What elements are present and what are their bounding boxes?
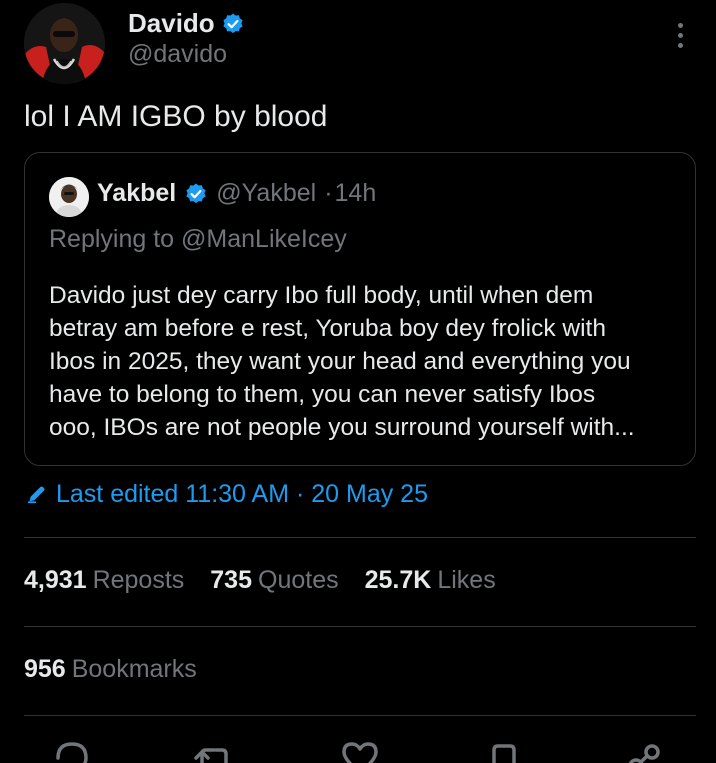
share-icon — [628, 744, 660, 763]
reply-icon — [56, 742, 88, 763]
last-edited-link[interactable]: Last edited 11:30 AM · 20 May 25 — [26, 480, 428, 509]
replying-to-mention[interactable]: @ManLikeIcey — [181, 225, 347, 253]
likes-count: 25.7K — [364, 566, 432, 594]
pencil-icon — [26, 483, 50, 507]
bookmarks-stat[interactable]: 956 Bookmarks — [24, 655, 197, 684]
verified-badge-icon — [221, 12, 245, 36]
more-vertical-icon — [677, 22, 683, 28]
quoted-tweet-header: Yakbel @Yakbel · 14h — [97, 179, 376, 208]
share-button[interactable] — [624, 736, 668, 763]
divider — [24, 715, 696, 716]
author-avatar[interactable] — [24, 3, 105, 84]
reposts-label: Reposts — [92, 566, 185, 594]
quoted-tweet-card[interactable]: Yakbel @Yakbel · 14h Replying to @ManLik… — [24, 152, 696, 466]
repost-button[interactable] — [192, 736, 236, 763]
tweet-text: lol I AM IGBO by blood — [24, 100, 328, 133]
action-bar — [0, 736, 716, 763]
replying-to-prefix: Replying to — [49, 225, 182, 253]
quoted-author-avatar[interactable] — [49, 177, 89, 217]
quoted-body-line: Ibos in 2025, they want your head and ev… — [49, 348, 631, 375]
author-name-text: Davido — [128, 8, 215, 38]
bookmark-icon — [492, 744, 516, 763]
likes-label: Likes — [437, 566, 496, 594]
repost-icon — [194, 748, 228, 763]
quoted-body-line: ooo, IBOs are not people you surround yo… — [49, 414, 635, 441]
author-handle[interactable]: @davido — [128, 40, 227, 69]
verified-badge-icon — [184, 182, 208, 206]
quoted-author-handle[interactable]: @Yakbel — [216, 179, 316, 208]
heart-icon — [342, 742, 378, 763]
bookmark-button[interactable] — [482, 736, 526, 763]
quoted-tweet-body: Davido just dey carry Ibo full body, unt… — [49, 279, 685, 444]
bookmarks-label: Bookmarks — [71, 655, 197, 683]
likes-stat[interactable]: 25.7K Likes — [365, 566, 496, 595]
quoted-author-name[interactable]: Yakbel — [97, 179, 176, 208]
like-button[interactable] — [338, 736, 382, 763]
divider — [24, 537, 696, 538]
quotes-count: 735 — [210, 566, 252, 594]
separator-dot: · — [324, 179, 333, 207]
more-options-button[interactable] — [666, 18, 694, 52]
quoted-body-line: have to belong to them, you can never sa… — [49, 381, 596, 408]
engagement-stats: 4,931 Reposts 735 Quotes 25.7K Likes — [24, 566, 522, 595]
author-name[interactable]: Davido — [128, 8, 245, 39]
quotes-stat[interactable]: 735 Quotes — [210, 566, 338, 595]
reposts-stat[interactable]: 4,931 Reposts — [24, 566, 184, 595]
reposts-count: 4,931 — [24, 566, 87, 594]
quoted-body-line: betray am before e rest, Yoruba boy dey … — [49, 315, 606, 342]
tweet-detail: Davido @davido lol I AM IGBO by blood Ya… — [0, 0, 716, 763]
quoted-body-line: Davido just dey carry Ibo full body, unt… — [49, 282, 594, 309]
last-edited-text: Last edited 11:30 AM · 20 May 25 — [56, 480, 428, 508]
quoted-tweet-time[interactable]: 14h — [335, 179, 377, 208]
bookmarks-count: 956 — [24, 655, 66, 683]
divider — [24, 626, 696, 627]
bookmark-stats: 956 Bookmarks — [24, 655, 223, 684]
replying-to-line: Replying to @ManLikeIcey — [49, 225, 347, 254]
reply-button[interactable] — [50, 736, 94, 763]
quotes-label: Quotes — [258, 566, 339, 594]
